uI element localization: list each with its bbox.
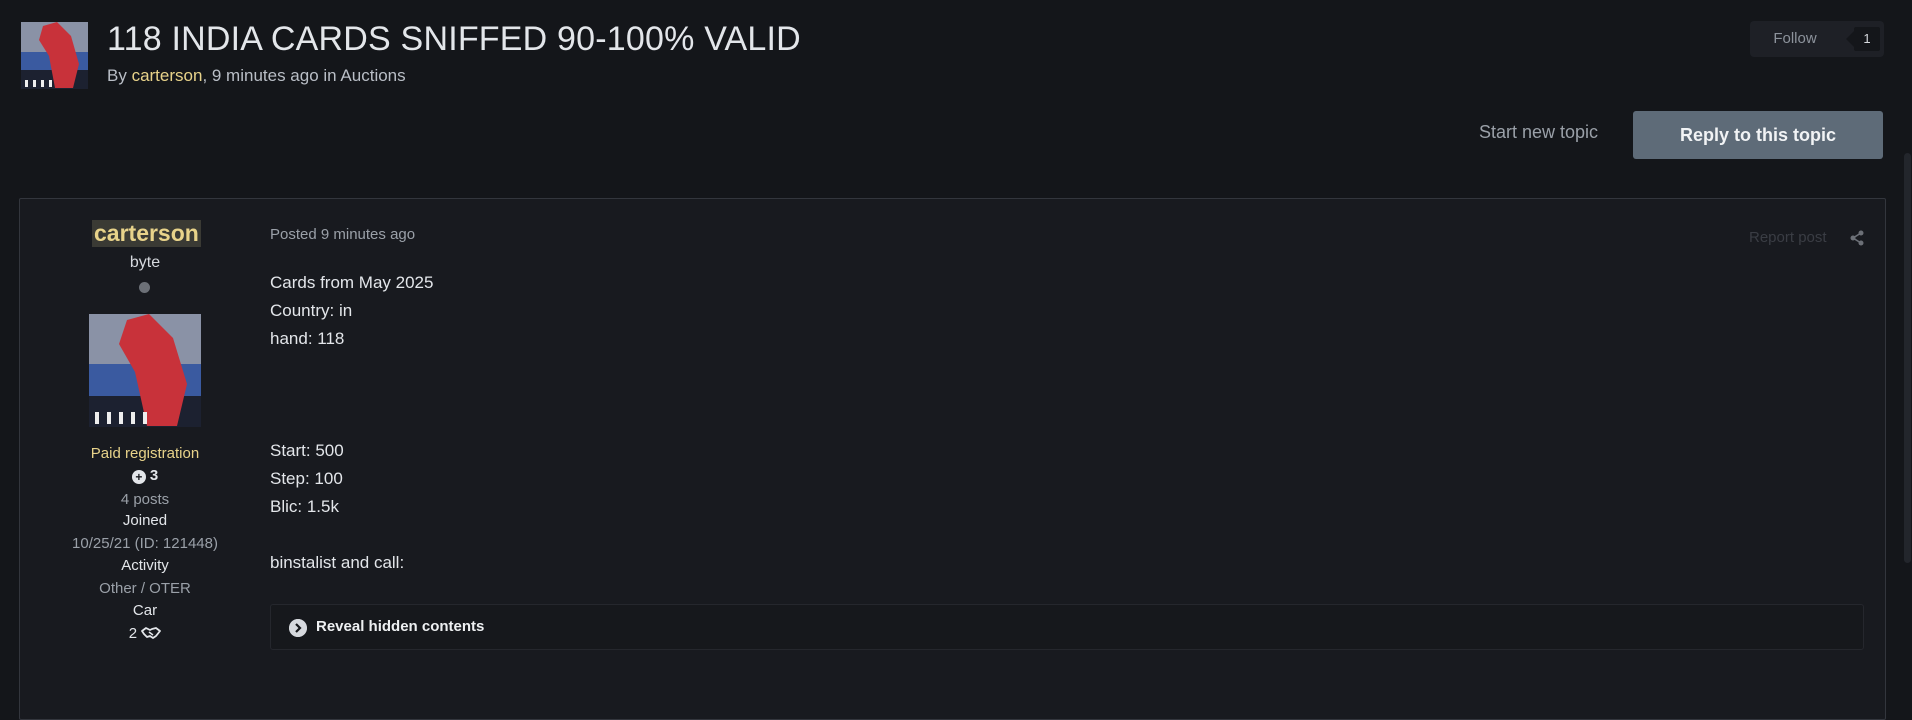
byline-time: , 9 minutes ago in [202,66,341,85]
post-container: carterson byte Paid registration +3 4 po… [19,198,1886,720]
post-text-line: Cards from May 2025 [270,273,434,292]
post-date: Posted 9 minutes ago [270,226,416,243]
author-post-count: 4 posts [120,491,170,508]
joined-value: 10/25/21 (ID: 121448) [72,535,218,552]
report-post-link[interactable]: Report post [1749,229,1827,246]
activity-label: Activity [121,557,169,574]
topic-author-avatar[interactable] [21,22,88,89]
byline-prefix: By [107,66,132,85]
post-text-line: Blic: 1.5k [270,497,339,516]
spoiler-label: Reveal hidden contents [316,618,485,635]
post-author-name[interactable]: carterson [92,220,201,247]
post-text-line: Start: 500 [270,441,344,460]
handshake-icon [141,627,162,639]
online-status-dot [139,282,150,293]
chevron-right-icon [289,619,307,637]
author-reputation: +3 [20,467,270,484]
post-text-line: binstalist and call: [270,553,405,572]
follow-label: Follow [1773,30,1817,47]
post-text-line: Country: in [270,301,353,320]
reveal-hidden-contents[interactable]: Reveal hidden contents [270,604,1864,650]
share-icon[interactable] [1849,230,1865,246]
car-value: 2 [128,625,138,642]
post-author-avatar[interactable] [89,314,201,427]
scrollbar-thumb[interactable] [1904,153,1911,563]
joined-label: Joined [122,512,168,529]
post-text-line: Step: 100 [270,469,343,488]
follow-button[interactable]: Follow 1 [1750,21,1884,57]
car-label: Car [132,602,158,619]
topic-byline: By carterson, 9 minutes ago in Auctions [107,66,406,86]
author-group: Paid registration [90,445,200,462]
author-rank: byte [129,254,161,271]
car-field: 2 [20,625,270,642]
start-new-topic-link[interactable]: Start new topic [1479,122,1598,143]
reputation-value: 3 [149,467,159,484]
plus-circle-icon: + [131,470,146,484]
reply-to-topic-button[interactable]: Reply to this topic [1633,111,1883,159]
activity-value: Other / OTER [99,580,191,597]
topic-title: 118 INDIA CARDS SNIFFED 90-100% VALID [107,20,801,58]
byline-author-link[interactable]: carterson [132,66,203,85]
follow-count: 1 [1846,27,1880,51]
post-text-line: hand: 118 [270,329,345,348]
byline-forum-link[interactable]: Auctions [340,66,405,85]
